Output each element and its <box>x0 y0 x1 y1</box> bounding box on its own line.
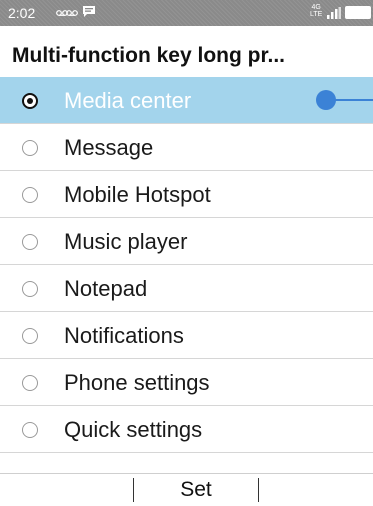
radio-unchecked-icon[interactable] <box>22 187 38 203</box>
option-label: Media center <box>64 88 192 113</box>
radio-unchecked-icon[interactable] <box>22 422 38 438</box>
option-label: Mobile Hotspot <box>64 182 211 207</box>
page-title: Multi-function key long pr... <box>12 44 285 67</box>
status-bar: 2:02 4G LTE <box>0 0 373 26</box>
option-mobile-hotspot[interactable]: Mobile Hotspot <box>0 171 373 218</box>
radio-checked-icon[interactable] <box>22 93 38 109</box>
radio-unchecked-icon[interactable] <box>22 328 38 344</box>
option-list: Media center Message Mobile Hotspot Musi… <box>0 77 373 453</box>
signal-icon <box>327 6 341 22</box>
voicemail-icon-2 <box>66 9 78 17</box>
network-type: 4G LTE <box>310 4 323 18</box>
battery-icon <box>345 5 373 20</box>
option-phone-settings[interactable]: Phone settings <box>0 359 373 406</box>
option-label: Music player <box>64 229 188 254</box>
option-message[interactable]: Message <box>0 124 373 171</box>
option-media-center[interactable]: Media center <box>0 77 373 124</box>
radio-unchecked-icon[interactable] <box>22 281 38 297</box>
option-label: Notepad <box>64 276 148 301</box>
radio-unchecked-icon[interactable] <box>22 375 38 391</box>
option-label: Phone settings <box>64 370 210 395</box>
option-label: Message <box>64 135 154 160</box>
radio-unchecked-icon[interactable] <box>22 234 38 250</box>
softkey-bar: Set <box>0 473 373 506</box>
status-time: 2:02 <box>8 5 36 21</box>
option-notepad[interactable]: Notepad <box>0 265 373 312</box>
radio-unchecked-icon[interactable] <box>22 140 38 156</box>
option-music-player[interactable]: Music player <box>0 218 373 265</box>
softkey-divider <box>258 478 259 502</box>
message-icon <box>82 5 96 18</box>
option-label: Notifications <box>64 323 184 348</box>
option-quick-settings[interactable]: Quick settings <box>0 406 373 453</box>
slider-handle-icon[interactable] <box>315 89 373 111</box>
option-label: Quick settings <box>64 417 203 442</box>
set-softkey[interactable]: Set <box>134 478 258 502</box>
option-notifications[interactable]: Notifications <box>0 312 373 359</box>
